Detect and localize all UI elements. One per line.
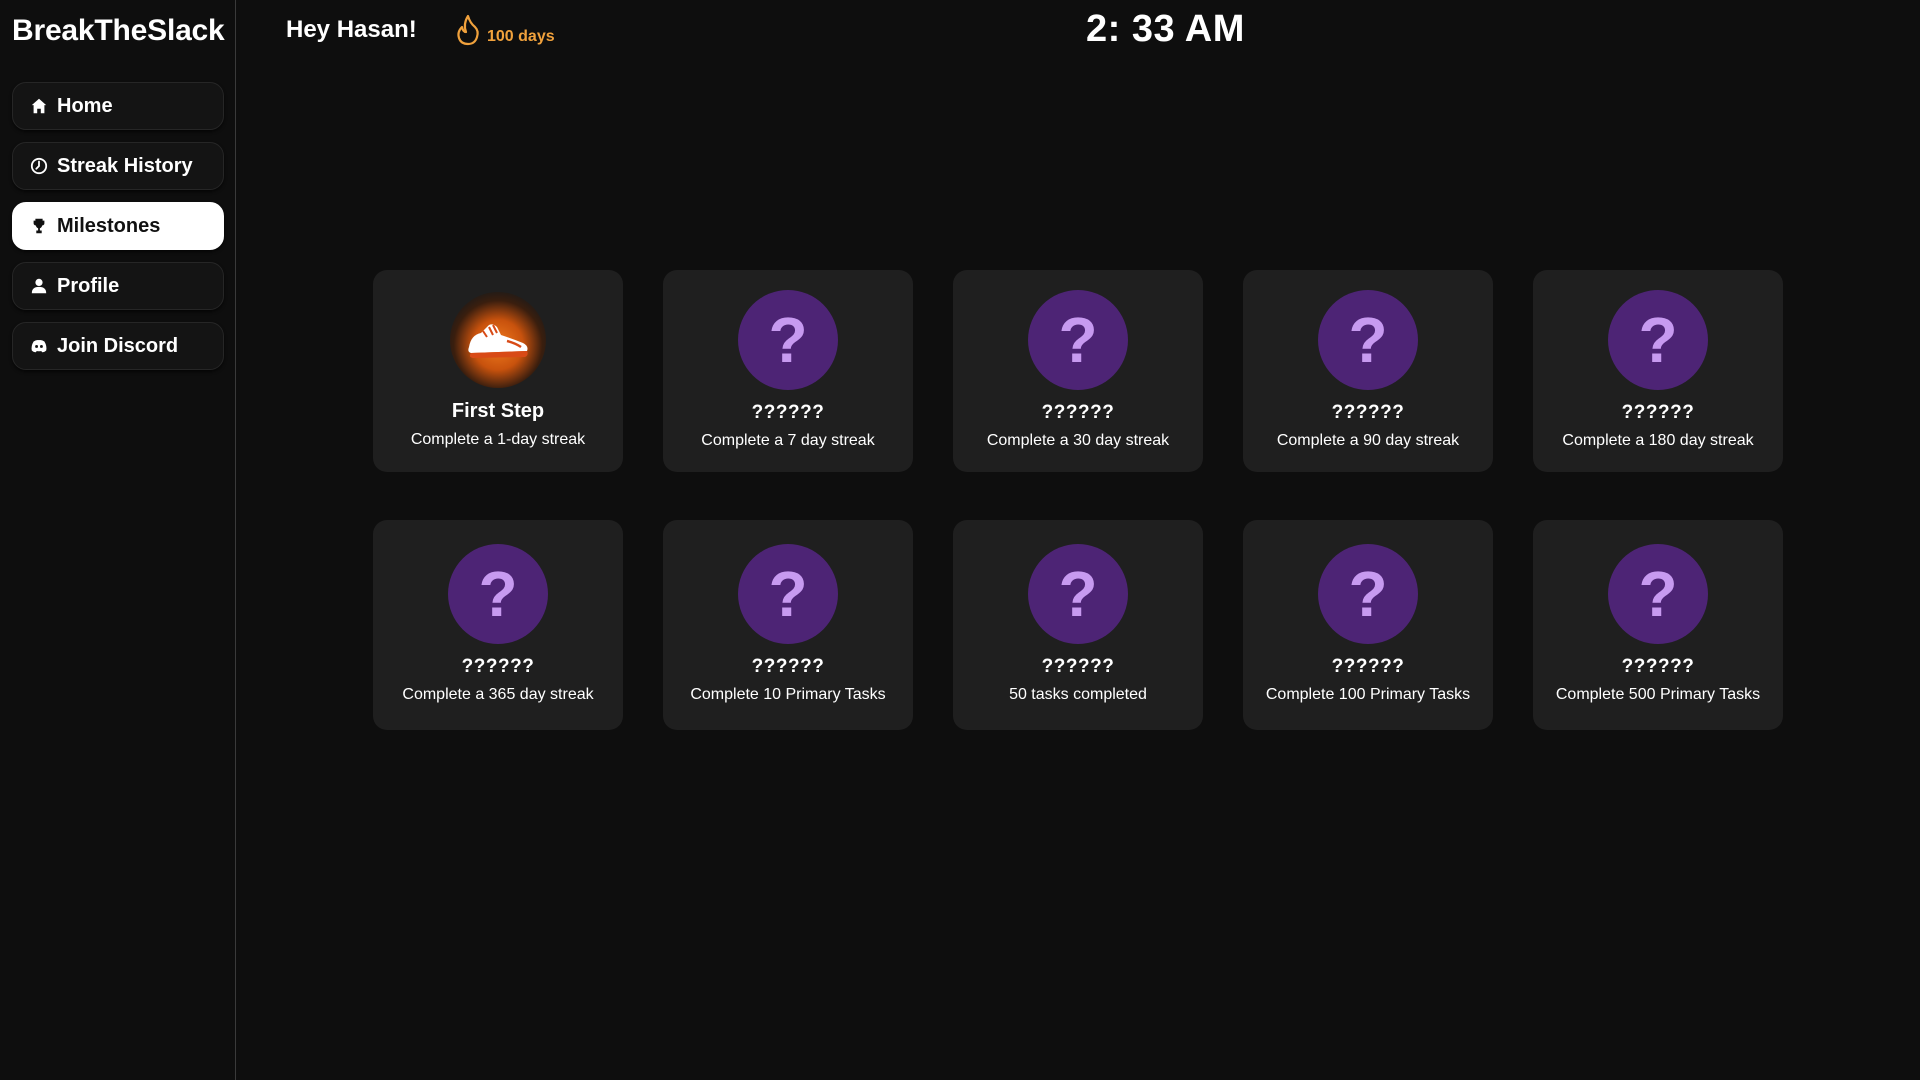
milestone-card[interactable]: ? ?????? Complete 500 Primary Tasks [1533,520,1783,730]
question-icon: ? [738,544,838,644]
flame-icon [455,14,481,51]
milestone-title: ?????? [1041,402,1115,423]
milestone-title: ?????? [1621,402,1695,423]
sidebar-item-profile[interactable]: Profile [12,262,224,310]
milestone-title: ?????? [461,656,535,677]
milestone-description: Complete 10 Primary Tasks [690,686,886,703]
question-icon: ? [1318,290,1418,390]
milestone-card[interactable]: First Step Complete a 1-day streak [373,270,623,472]
streak-counter: 100 days [455,14,555,51]
sidebar-item-label: Milestones [57,214,161,237]
question-icon: ? [1608,290,1708,390]
milestone-title: ?????? [1331,402,1405,423]
greeting: Hey Hasan! [286,16,417,43]
milestone-card[interactable]: ? ?????? 50 tasks completed [953,520,1203,730]
milestone-description: Complete 100 Primary Tasks [1265,686,1471,703]
sidebar-item-milestones[interactable]: Milestones [12,202,224,250]
milestone-description: Complete a 90 day streak [1276,432,1460,449]
milestone-card[interactable]: ? ?????? Complete a 90 day streak [1243,270,1493,472]
milestone-description: Complete a 180 day streak [1562,432,1754,449]
milestone-description: Complete a 30 day streak [986,432,1170,449]
question-icon: ? [738,290,838,390]
question-icon: ? [1028,544,1128,644]
question-icon: ? [1028,290,1128,390]
milestone-title: ?????? [1041,656,1115,677]
milestone-title: ?????? [1331,656,1405,677]
milestone-card[interactable]: ? ?????? Complete a 7 day streak [663,270,913,472]
milestone-title: ?????? [751,402,825,423]
milestone-card[interactable]: ? ?????? Complete a 365 day streak [373,520,623,730]
sidebar-nav: Home Streak History Milestones Profile J… [12,82,224,382]
clock: 2: 33 AM [1086,8,1245,50]
milestone-description: Complete a 7 day streak [701,432,875,449]
milestone-card[interactable]: ? ?????? Complete 10 Primary Tasks [663,520,913,730]
milestone-description: Complete a 365 day streak [402,686,594,703]
sidebar-item-label: Profile [57,274,120,297]
clock-icon [29,156,49,176]
sidebar-item-join-discord[interactable]: Join Discord [12,322,224,370]
sidebar-item-streak-history[interactable]: Streak History [12,142,224,190]
sidebar-item-label: Home [57,94,113,117]
sidebar-item-label: Join Discord [57,334,179,357]
discord-icon [29,336,49,356]
milestone-title: ?????? [751,656,825,677]
question-icon: ? [448,544,548,644]
milestone-card[interactable]: ? ?????? Complete a 30 day streak [953,270,1203,472]
streak-days: 100 days [487,27,555,45]
milestone-title: ?????? [1621,656,1695,677]
sidebar-item-home[interactable]: Home [12,82,224,130]
trophy-icon [29,216,49,236]
question-icon: ? [1608,544,1708,644]
milestone-description: 50 tasks completed [1009,686,1147,703]
sidebar: BreakTheSlack Home Streak History Milest… [0,0,236,1080]
milestone-card[interactable]: ? ?????? Complete 100 Primary Tasks [1243,520,1493,730]
milestone-description: Complete a 1-day streak [410,431,586,448]
milestone-description: Complete 500 Primary Tasks [1555,686,1761,703]
sneaker-icon [450,292,546,388]
milestone-card[interactable]: ? ?????? Complete a 180 day streak [1533,270,1783,472]
home-icon [29,96,49,116]
user-icon [29,276,49,296]
milestone-title: First Step [451,400,545,422]
question-icon: ? [1318,544,1418,644]
brand-logo[interactable]: BreakTheSlack [12,14,225,48]
sidebar-item-label: Streak History [57,154,193,177]
